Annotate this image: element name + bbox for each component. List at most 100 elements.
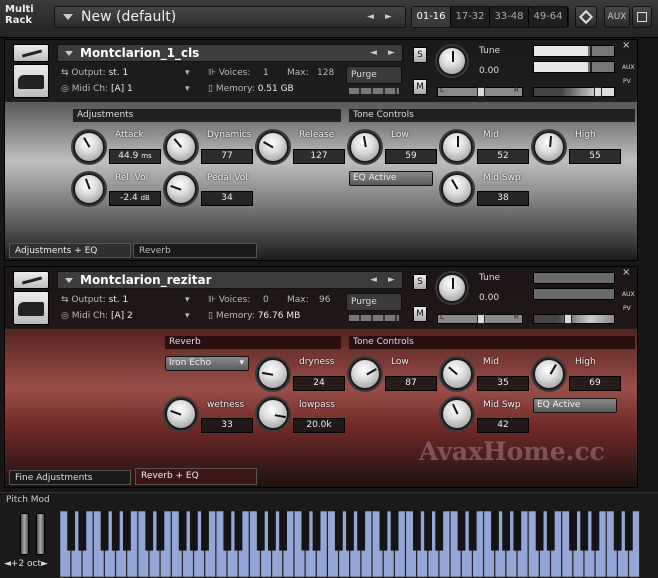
black-key[interactable] <box>268 511 276 551</box>
high-value[interactable]: 55 <box>569 149 621 164</box>
pan-slider[interactable]: L R <box>437 86 523 97</box>
max-voices-value[interactable]: 128 <box>317 68 334 78</box>
black-key[interactable] <box>256 511 265 551</box>
mid-value[interactable]: 52 <box>477 149 529 164</box>
black-key[interactable] <box>390 511 399 551</box>
black-key[interactable] <box>546 511 555 551</box>
high-knob[interactable] <box>533 131 565 163</box>
tab-adjustments-eq[interactable]: Adjustments + EQ <box>9 243 131 258</box>
wetness-value[interactable]: 33 <box>201 418 253 433</box>
pan-thumb[interactable] <box>477 87 485 97</box>
page-tab-3[interactable]: 33-48 <box>490 7 529 27</box>
dynamics-value[interactable]: 77 <box>201 149 253 164</box>
tune-knob[interactable] <box>437 46 467 76</box>
high-knob[interactable] <box>533 358 565 390</box>
tab-reverb-eq[interactable]: Reverb + EQ <box>135 468 257 485</box>
rack-view-button[interactable] <box>575 6 597 28</box>
mid-sweep-knob[interactable] <box>441 173 473 205</box>
black-key[interactable] <box>123 511 131 551</box>
black-key[interactable] <box>312 511 321 551</box>
mid-value[interactable]: 35 <box>477 376 529 391</box>
volume-slider[interactable] <box>533 314 615 324</box>
black-key[interactable] <box>379 511 388 551</box>
black-key[interactable] <box>78 511 87 551</box>
black-key[interactable] <box>189 511 198 551</box>
midi-arrow-icon[interactable]: ▾ <box>185 311 190 321</box>
output-arrow-icon[interactable]: ▾ <box>185 295 190 305</box>
purge-menu[interactable]: Purge <box>346 66 402 84</box>
instrument-icon[interactable] <box>13 291 49 325</box>
mid-sweep-knob[interactable] <box>441 398 473 430</box>
edit-instrument-button[interactable] <box>13 271 49 289</box>
black-key[interactable] <box>346 511 354 551</box>
low-knob[interactable] <box>349 131 381 163</box>
black-key[interactable] <box>201 511 209 551</box>
volume-thumb[interactable] <box>564 314 572 324</box>
mod-wheel[interactable] <box>36 513 45 555</box>
attack-knob[interactable] <box>73 131 105 163</box>
midi-channel-field[interactable]: ◎ Midi Ch: [A] 2 <box>61 311 133 321</box>
piano-keyboard[interactable] <box>60 511 640 577</box>
volume-thumb[interactable] <box>594 87 602 97</box>
aux-label[interactable]: AUX <box>622 64 635 71</box>
page-tab-4[interactable]: 49-64 <box>529 7 568 27</box>
close-instrument-button[interactable]: × <box>622 40 630 51</box>
aux-button[interactable]: AUX <box>604 6 630 28</box>
black-key[interactable] <box>111 511 120 551</box>
black-key[interactable] <box>178 511 187 551</box>
black-key[interactable] <box>457 511 466 551</box>
black-key[interactable] <box>569 511 577 551</box>
instrument-name-box[interactable]: Montclarion_rezitar ◄ ► <box>57 271 403 289</box>
tune-value[interactable]: 0.00 <box>479 66 499 76</box>
rack-name-dropdown[interactable]: New (default) ◄ ► <box>54 6 406 28</box>
rel-vol-value[interactable]: -2.4 dB <box>109 191 161 206</box>
dryness-knob[interactable] <box>257 358 289 390</box>
solo-button[interactable]: S <box>413 274 427 290</box>
black-key[interactable] <box>334 511 343 551</box>
lowpass-knob[interactable] <box>257 398 289 430</box>
pan-thumb[interactable] <box>477 314 485 324</box>
output-field[interactable]: ⇆ Output: st. 1 <box>61 68 128 78</box>
black-key[interactable] <box>591 511 600 551</box>
next-instrument-button[interactable]: ► <box>388 48 395 58</box>
rel-vol-knob[interactable] <box>73 173 105 205</box>
next-instrument-button[interactable]: ► <box>388 275 395 285</box>
midi-channel-field[interactable]: ◎ Midi Ch: [A] 1 <box>61 84 133 94</box>
mute-button[interactable]: M <box>413 79 427 95</box>
release-value[interactable]: 127 <box>293 149 345 164</box>
lowpass-value[interactable]: 20.0k <box>293 418 345 433</box>
wetness-knob[interactable] <box>165 398 197 430</box>
mute-button[interactable]: M <box>413 306 427 322</box>
black-key[interactable] <box>67 511 76 551</box>
volume-slider[interactable] <box>533 87 615 97</box>
prev-instrument-button[interactable]: ◄ <box>370 275 377 285</box>
black-key[interactable] <box>223 511 232 551</box>
black-key[interactable] <box>613 511 622 551</box>
mid-knob[interactable] <box>441 358 473 390</box>
eq-active-button[interactable]: EQ Active <box>349 171 433 186</box>
output-arrow-icon[interactable]: ▾ <box>185 68 190 78</box>
black-key[interactable] <box>156 511 165 551</box>
edit-instrument-button[interactable] <box>13 44 49 62</box>
pedal-vol-value[interactable]: 34 <box>201 191 253 206</box>
black-key[interactable] <box>535 511 544 551</box>
prev-instrument-button[interactable]: ◄ <box>370 48 377 58</box>
low-value[interactable]: 87 <box>385 376 437 391</box>
release-knob[interactable] <box>257 131 289 163</box>
purge-menu[interactable]: Purge <box>346 293 402 311</box>
aux-view-button[interactable] <box>632 6 652 28</box>
dynamics-knob[interactable] <box>165 131 197 163</box>
midi-arrow-icon[interactable]: ▾ <box>185 84 190 94</box>
mid-knob[interactable] <box>441 131 473 163</box>
octave-down-button[interactable]: ◄ <box>4 559 11 569</box>
low-value[interactable]: 59 <box>385 149 437 164</box>
mid-sweep-value[interactable]: 38 <box>477 191 529 206</box>
next-rack-button[interactable]: ► <box>385 12 392 22</box>
low-knob[interactable] <box>349 358 381 390</box>
aux-label[interactable]: AUX <box>622 291 635 298</box>
black-key[interactable] <box>513 511 522 551</box>
page-tab-2[interactable]: 17-32 <box>451 7 490 27</box>
max-voices-value[interactable]: 96 <box>319 295 330 305</box>
black-key[interactable] <box>580 511 589 551</box>
black-key[interactable] <box>301 511 310 551</box>
